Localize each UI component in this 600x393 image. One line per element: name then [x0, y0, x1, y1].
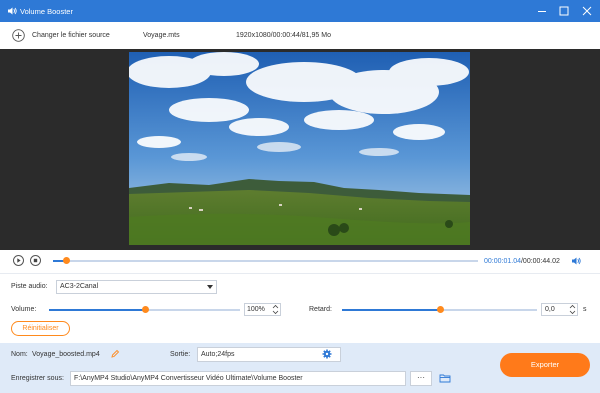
speaker-app-icon	[8, 7, 17, 15]
file-name: Voyage.mts	[143, 32, 180, 39]
volume-slider-handle[interactable]	[142, 306, 149, 313]
title-bar	[0, 0, 600, 22]
edit-pencil-icon[interactable]	[110, 349, 120, 359]
maximize-icon[interactable]	[557, 4, 571, 18]
total-time: /00:00:44.02	[520, 258, 560, 265]
volume-stepper-icon[interactable]	[272, 304, 279, 315]
minimize-icon[interactable]	[535, 4, 549, 18]
video-preview-image	[129, 52, 470, 245]
delay-stepper-icon[interactable]	[569, 304, 576, 315]
window-title: Volume Booster	[20, 7, 73, 16]
output-format-value: Auto;24fps	[201, 351, 235, 358]
output-label: Sortie:	[170, 351, 191, 358]
current-time: 00:00:01.04	[484, 258, 521, 265]
gear-icon[interactable]	[322, 349, 332, 359]
file-info: 1920x1080/00:00:44/81,95 Mo	[236, 32, 331, 39]
audio-track-value: AC3-2Canal	[60, 283, 99, 290]
delay-slider-handle[interactable]	[437, 306, 444, 313]
delay-unit: s	[583, 306, 587, 313]
stop-icon	[33, 258, 38, 263]
volume-value: 100%	[247, 306, 265, 313]
play-button[interactable]	[13, 255, 24, 266]
save-path-value: F:\AnyMP4 Studio\AnyMP4 Convertisseur Vi…	[74, 375, 303, 382]
volume-label: Volume:	[11, 306, 37, 313]
add-icon[interactable]	[12, 29, 25, 42]
chevron-down-icon	[207, 285, 213, 289]
close-icon[interactable]	[580, 4, 594, 18]
export-button[interactable]: Exporter	[500, 353, 590, 377]
stop-button[interactable]	[30, 255, 41, 266]
delay-value: 0,0	[545, 306, 555, 313]
change-source-link[interactable]: Changer le fichier source	[32, 32, 110, 39]
volume-slider-fill	[49, 309, 145, 311]
name-label: Nom:	[11, 351, 28, 358]
audio-track-label: Piste audio:	[11, 283, 48, 290]
folder-icon[interactable]	[439, 373, 451, 383]
output-name-value: Voyage_boosted.mp4	[32, 351, 100, 358]
delay-label: Retard:	[309, 306, 332, 313]
time-readout: 00:00:01.04/00:00:44.02	[484, 258, 560, 265]
reset-button[interactable]: Réinitialiser	[11, 321, 70, 336]
timeline-track[interactable]	[53, 260, 478, 262]
timeline-handle[interactable]	[63, 257, 70, 264]
delay-slider-fill	[342, 309, 440, 311]
save-as-label: Enregistrer sous:	[11, 375, 64, 382]
volume-icon[interactable]	[571, 256, 581, 266]
browse-more-button[interactable]: ···	[410, 371, 432, 386]
play-icon	[17, 258, 21, 263]
